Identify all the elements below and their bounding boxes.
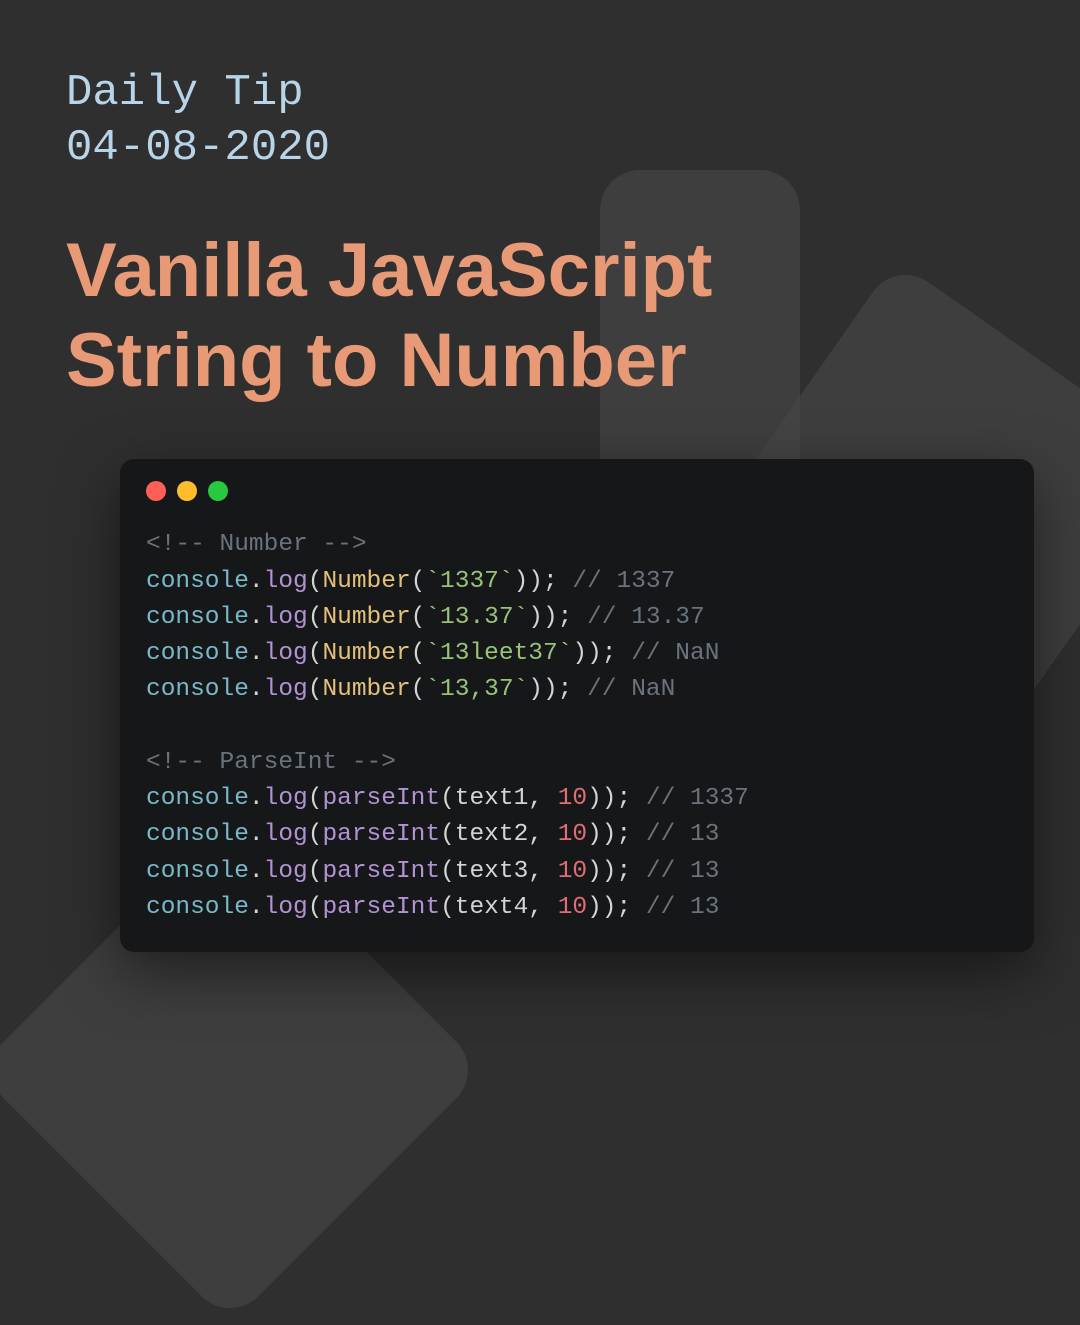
code-window: <!-- Number --> console.log(Number(`1337… bbox=[120, 459, 1034, 952]
page-title: Vanilla JavaScript String to Number bbox=[66, 226, 1014, 405]
title-line-1: Vanilla JavaScript bbox=[66, 226, 1014, 316]
title-line-2: String to Number bbox=[66, 316, 1014, 406]
subtitle-line-1: Daily Tip bbox=[66, 66, 1014, 121]
minimize-icon bbox=[177, 481, 197, 501]
content-container: Daily Tip 04-08-2020 Vanilla JavaScript … bbox=[0, 0, 1080, 952]
maximize-icon bbox=[208, 481, 228, 501]
close-icon bbox=[146, 481, 166, 501]
code-block: <!-- Number --> console.log(Number(`1337… bbox=[146, 527, 1008, 926]
subtitle-line-2: 04-08-2020 bbox=[66, 121, 1014, 176]
subtitle: Daily Tip 04-08-2020 bbox=[66, 66, 1014, 176]
window-controls bbox=[146, 481, 1008, 501]
